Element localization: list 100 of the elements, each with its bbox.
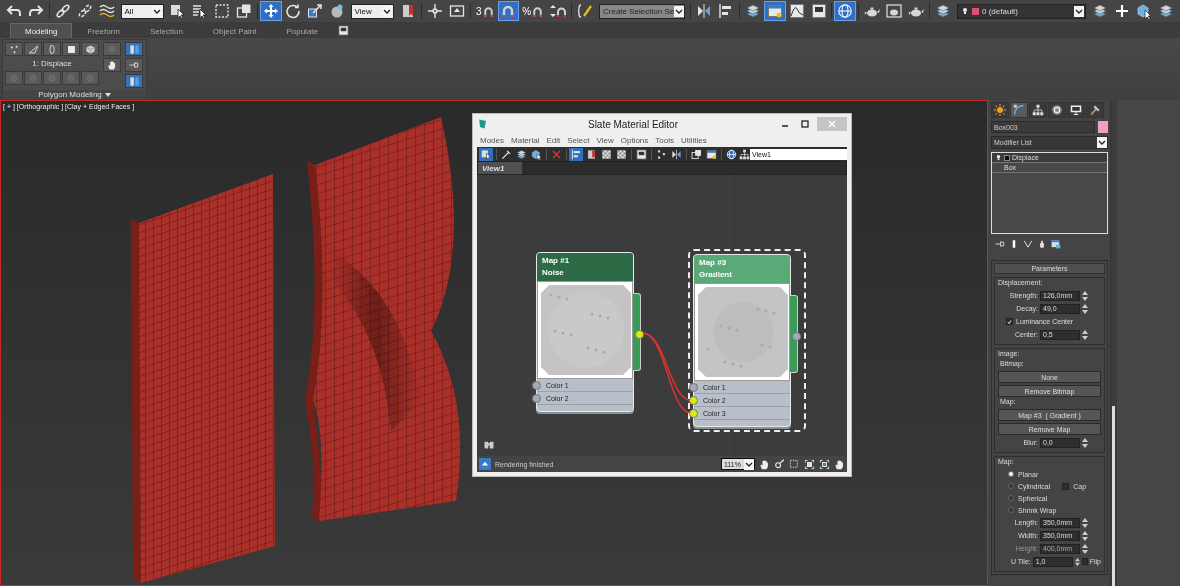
zoom-icon[interactable] [774,458,785,470]
panel-button[interactable] [634,147,648,161]
cube-cursor-icon [1136,3,1153,19]
pin-icon[interactable] [995,239,1005,249]
checkbox[interactable] [1081,558,1088,565]
magnet-button[interactable] [497,1,520,21]
menu-item[interactable]: Tools [652,136,677,145]
spinner-arrows-icon[interactable] [1082,329,1088,340]
cube-cursor-button[interactable] [529,147,543,161]
ribbon-tab[interactable]: Object Paint [197,23,272,38]
input-socket[interactable] [532,393,541,403]
dropdown[interactable]: View [350,3,395,19]
scrollbar-thumb[interactable] [1112,406,1115,586]
globe-button[interactable] [724,147,738,161]
framed-square-icon[interactable] [819,458,830,470]
command-panel-tab[interactable] [1029,102,1047,118]
subobject-button[interactable] [62,42,80,56]
caret-icon [674,5,685,17]
ribbon-tab[interactable]: Freeform [72,23,135,38]
dropdown[interactable]: Create Selection Se [599,3,685,19]
command-panel-tab[interactable] [1067,102,1085,118]
hand-icon[interactable] [834,458,845,470]
radio-button[interactable] [1008,483,1014,489]
panel-footer[interactable]: Polygon Modeling [3,90,146,99]
command-panel-tab[interactable] [1048,102,1066,118]
menu-item[interactable]: Material [508,136,543,145]
input-socket[interactable] [689,382,698,392]
square-icon [65,43,77,55]
radio-button[interactable] [1008,495,1014,501]
radio-button[interactable] [1008,471,1014,477]
object-color-swatch[interactable] [1098,121,1108,133]
hierarchy-icon [739,148,750,160]
snap-toggle-button[interactable]: 3 [473,1,498,21]
bottle-icon[interactable] [1037,239,1047,249]
config-icon[interactable] [1051,239,1061,249]
spinner-arrows-icon[interactable] [1074,556,1080,567]
input-socket[interactable] [532,380,541,390]
command-panel-tab[interactable] [1086,102,1104,118]
frame-icon[interactable] [804,458,815,470]
globe-button[interactable] [834,1,857,21]
subobject-button[interactable] [5,42,23,56]
output-socket[interactable] [792,332,801,341]
spinner-arrows-icon[interactable] [1082,517,1088,528]
ribbon-tool-button[interactable] [125,74,143,88]
window-button[interactable] [763,1,786,21]
menu-item[interactable]: Edit [543,136,564,145]
hand-icon[interactable] [759,458,770,470]
subobject-button[interactable] [24,42,42,56]
ribbon-tab[interactable]: Populate [271,23,333,38]
mirror-button[interactable] [669,147,683,161]
command-panel-tab[interactable] [991,102,1009,118]
snap-toggle-button[interactable]: % [519,1,548,21]
hand-icon [107,60,117,70]
output-socket[interactable] [635,330,644,339]
menu-item[interactable]: Select [564,136,593,145]
input-socket[interactable] [689,395,698,405]
ribbon-tool-button[interactable] [125,42,143,56]
framed-teapot-icon [886,3,903,19]
ribbon-tool-button[interactable] [125,58,143,72]
ribbon-tab[interactable]: Selection [134,23,198,38]
window-title: Slate Material Editor [586,118,679,130]
radio-button[interactable] [1008,507,1014,513]
modifier-label: 1: Displace [31,58,73,69]
input-socket[interactable] [689,408,698,418]
cursor-box-button[interactable] [479,147,493,161]
align-button[interactable] [569,147,583,161]
viewport[interactable] [0,100,988,586]
view-tab[interactable]: View1 [478,162,522,174]
checker-button[interactable] [614,147,628,161]
layers-icon [1157,3,1174,19]
spinner-arrows-icon[interactable] [1082,437,1088,448]
subobject-button[interactable] [81,42,99,56]
ribbon-tab[interactable]: Modeling [10,23,73,38]
move-button[interactable] [259,1,282,21]
fork-icon[interactable] [1023,239,1033,249]
subobject-button[interactable] [43,42,61,56]
checker-button[interactable] [599,147,613,161]
layers-icon [935,3,952,19]
window-button[interactable] [704,147,718,161]
menu-item[interactable]: Modes [477,136,507,145]
command-panel-tab[interactable] [1010,102,1028,118]
dropdown[interactable]: All [120,3,165,19]
layer-color-swatch [972,7,979,15]
layer-dropdown[interactable]: 0 (default) [957,3,1087,19]
cube-cursor-icon [530,148,542,160]
menu-item[interactable]: View [593,136,617,145]
checkbox[interactable] [1062,482,1070,490]
spinner-arrows-icon[interactable] [1082,530,1088,541]
region-zoom-icon[interactable] [789,458,800,470]
checkbox[interactable] [1006,318,1013,325]
layers-icon [1092,3,1109,19]
layers-button[interactable] [514,147,528,161]
overlap-squares-button[interactable] [689,147,703,161]
delete-icon [550,148,562,160]
spinner-arrows-icon[interactable] [1082,543,1088,554]
menu-item[interactable]: Utilities [677,136,710,145]
spinner-arrows-icon[interactable] [1082,290,1088,301]
ribbon-tool-button[interactable] [103,58,121,72]
spinner-arrows-icon[interactable] [1082,303,1088,314]
menu-item[interactable]: Options [617,136,652,145]
